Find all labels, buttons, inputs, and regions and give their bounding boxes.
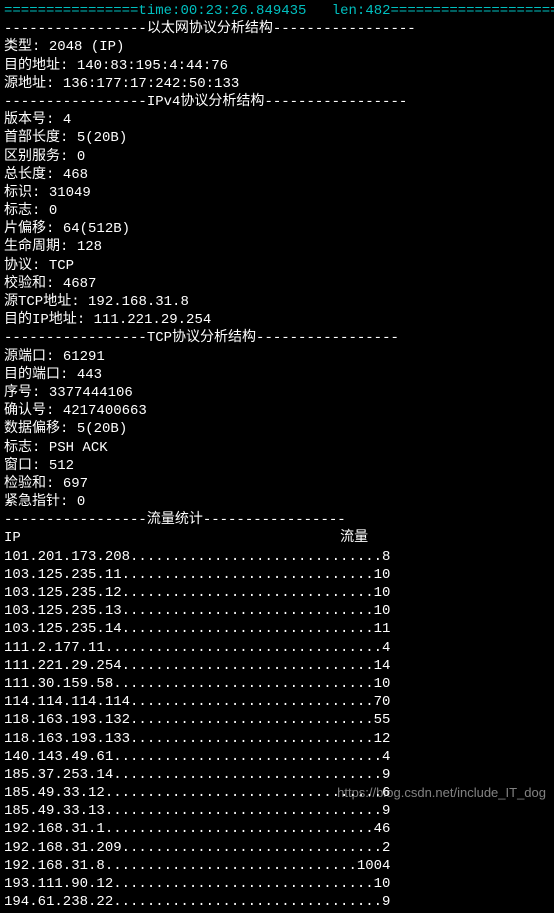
stats-row: 192.168.31.8............................…	[4, 857, 550, 875]
time-label: time	[138, 3, 172, 19]
time-value: 00:23:26.849435	[180, 3, 306, 19]
stats-rows: 101.201.173.208.........................…	[4, 548, 550, 912]
ipv4-frag: 片偏移: 64(512B)	[4, 220, 550, 238]
stats-row: 101.201.173.208.........................…	[4, 548, 550, 566]
tcp-ack: 确认号: 4217400663	[4, 402, 550, 420]
stats-title: 流量统计	[147, 512, 203, 528]
ipv4-total-len: 总长度: 468	[4, 166, 550, 184]
stats-row: 185.37.253.14...........................…	[4, 766, 550, 784]
tcp-src-port: 源端口: 61291	[4, 348, 550, 366]
ipv4-title: IPv4协议分析结构	[147, 94, 265, 110]
ipv4-diffserv: 区别服务: 0	[4, 148, 550, 166]
ipv4-ttl: 生命周期: 128	[4, 238, 550, 256]
ethernet-section-header: -----------------以太网协议分析结构--------------…	[4, 20, 550, 38]
stats-row: 103.125.235.12..........................…	[4, 584, 550, 602]
ipv4-checksum: 校验和: 4687	[4, 275, 550, 293]
tcp-offset: 数据偏移: 5(20B)	[4, 420, 550, 438]
eth-src: 源地址: 136:177:17:242:50:133	[4, 75, 550, 93]
stats-columns: IP 流量	[4, 529, 550, 547]
ipv4-section-header: -----------------IPv4协议分析结构-------------…	[4, 93, 550, 111]
ipv4-src-ip: 源TCP地址: 192.168.31.8	[4, 293, 550, 311]
tcp-checksum: 检验和: 697	[4, 475, 550, 493]
stats-row: 194.61.238.22...........................…	[4, 893, 550, 911]
eth-type: 类型: 2048 (IP)	[4, 38, 550, 56]
ipv4-proto: 协议: TCP	[4, 257, 550, 275]
ipv4-version: 版本号: 4	[4, 111, 550, 129]
stats-row: 103.125.235.13..........................…	[4, 602, 550, 620]
stats-row: 193.111.90.12...........................…	[4, 875, 550, 893]
col-traffic: 流量	[340, 530, 368, 546]
stats-row: 140.143.49.61...........................…	[4, 748, 550, 766]
tcp-seq: 序号: 3377444106	[4, 384, 550, 402]
tcp-window: 窗口: 512	[4, 457, 550, 475]
eth-dst: 目的地址: 140:83:195:4:44:76	[4, 57, 550, 75]
ipv4-id: 标识: 31049	[4, 184, 550, 202]
stats-section-header: -----------------流量统计-----------------	[4, 511, 550, 529]
stats-row: 118.163.193.133.........................…	[4, 730, 550, 748]
stats-row: 185.49.33.12............................…	[4, 784, 550, 802]
tcp-dst-port: 目的端口: 443	[4, 366, 550, 384]
ipv4-dst-ip: 目的IP地址: 111.221.29.254	[4, 311, 550, 329]
col-ip: IP	[4, 530, 21, 546]
terminal-output: ================time:00:23:26.849435 len…	[0, 0, 554, 913]
len-label: len	[332, 3, 357, 19]
ethernet-title: 以太网协议分析结构	[147, 21, 273, 37]
ipv4-header-len: 首部长度: 5(20B)	[4, 129, 550, 147]
stats-row: 118.163.193.132.........................…	[4, 711, 550, 729]
tcp-flags: 标志: PSH ACK	[4, 439, 550, 457]
stats-row: 114.114.114.114.........................…	[4, 693, 550, 711]
ipv4-flags: 标志: 0	[4, 202, 550, 220]
tcp-urgent: 紧急指针: 0	[4, 493, 550, 511]
stats-row: 192.168.31.1............................…	[4, 820, 550, 838]
tcp-section-header: -----------------TCP协议分析结构--------------…	[4, 329, 550, 347]
stats-row: 111.2.177.11............................…	[4, 639, 550, 657]
len-value: 482	[365, 3, 390, 19]
header-line: ================time:00:23:26.849435 len…	[4, 2, 550, 20]
stats-row: 103.125.235.14..........................…	[4, 620, 550, 638]
stats-row: 185.49.33.13............................…	[4, 802, 550, 820]
stats-row: 111.221.29.254..........................…	[4, 657, 550, 675]
stats-row: 192.168.31.209..........................…	[4, 839, 550, 857]
tcp-title: TCP协议分析结构	[147, 330, 256, 346]
stats-row: 103.125.235.11..........................…	[4, 566, 550, 584]
stats-row: 111.30.159.58...........................…	[4, 675, 550, 693]
